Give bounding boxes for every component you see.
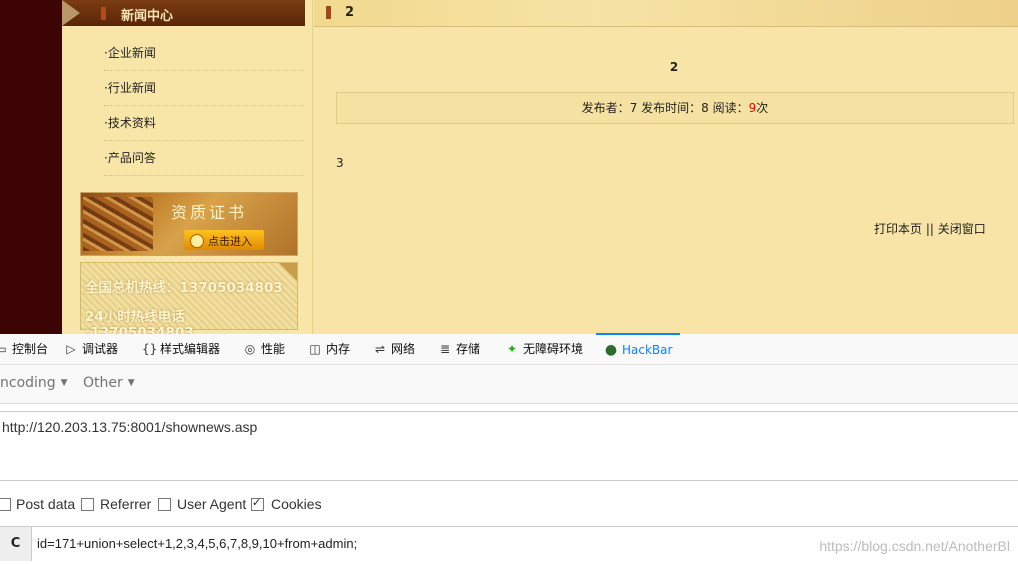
tab-debugger[interactable]: ▷ 调试器 [64,334,118,364]
certificate-banner[interactable]: 资质证书 点击进入 [80,192,298,256]
read-unit: 次 [756,101,769,115]
post-data-checkbox[interactable] [0,498,11,511]
website-viewport: 新闻中心 ·企业新闻 ·行业新闻 ·技术资料 ·产品问答 资质证书 点击进入 全… [0,0,1018,334]
article-title: 2 [669,60,679,74]
hotline-line-2: 24小时热线电话 :13705034803 [85,309,194,334]
tab-console[interactable]: ▭ 控制台 [0,334,48,364]
main-title-bar: 2 [314,0,1018,27]
publisher-label: 发布者： [581,101,630,115]
user-agent-label: User Agent [177,496,247,512]
console-icon: ▭ [0,342,7,356]
hackbar-toolbar: ncoding ▼ Other ▼ [0,365,1018,404]
post-data-label: Post data [16,496,76,512]
wood-decor-image [83,197,153,251]
tab-storage[interactable]: ≣ 存储 [438,334,480,364]
read-label: 阅读： [712,101,749,115]
article-meta: 发布者：7 发布时间：8 阅读：9次 [336,92,1014,124]
tab-accessibility[interactable]: ✦ 无障碍环境 [505,334,583,364]
tab-label: 样式编辑器 [160,342,221,356]
tab-label: HackBar [622,343,673,357]
tab-label: 网络 [391,342,416,356]
storage-icon: ≣ [439,342,451,356]
url-textarea[interactable]: http://120.203.13.75:8001/shownews.asp [0,411,1018,481]
devtools-panel: ▭ 控制台 ▷ 调试器 {} 样式编辑器 ◎ 性能 ◫ 内存 ⇌ 网络 ≣ 存储 ✦ 无障碍环境… [0,333,1018,564]
accessibility-icon: ✦ [506,342,518,356]
encoding-menu[interactable]: ncoding ▼ [0,375,68,391]
chevron-down-icon: ▼ [60,378,68,388]
left-decor-strip [0,0,62,334]
title-bullet-icon [326,6,331,19]
bullet-bar-icon [101,7,106,20]
tab-label: 性能 [261,342,286,356]
debugger-icon: ▷ [66,342,76,356]
url-value: http://120.203.13.75:8001/shownews.asp [2,419,258,435]
referrer-checkbox[interactable] [81,498,94,511]
sidebar-item-tech-docs[interactable]: ·技术资料 [104,106,304,141]
link-separator: || [925,222,934,236]
hotline-banner: 全国总机热线：13705034803 24小时热线电话 :13705034803 [80,262,298,334]
enter-button-label: 点击进入 [208,235,252,248]
publisher-value: 7 [629,101,638,115]
other-menu-label: Other [83,375,123,391]
chevron-down-icon: ▼ [127,378,135,388]
print-page-link[interactable]: 打印本页 [874,222,922,236]
referrer-label: Referrer [100,496,152,512]
sidebar-item-product-qa[interactable]: ·产品问答 [104,141,304,176]
certificate-title: 资质证书 [171,203,248,222]
tab-style-editor[interactable]: {} 样式编辑器 [142,334,220,364]
hackbar-icon: ● [604,342,618,358]
print-links: 打印本页 || 关闭窗口 [874,220,986,237]
close-window-link[interactable]: 关闭窗口 [938,222,986,236]
network-icon: ⇌ [374,342,386,356]
arrow-icon [62,0,80,26]
tab-label: 内存 [326,342,351,356]
cookie-input[interactable]: id=171+union+select+1,2,3,4,5,6,7,8,9,10… [37,536,357,551]
time-value: 8 [701,101,709,115]
main-bar-title: 2 [345,5,355,20]
devtools-tabbar: ▭ 控制台 ▷ 调试器 {} 样式编辑器 ◎ 性能 ◫ 内存 ⇌ 网络 ≣ 存储 ✦ 无障碍环境… [0,333,1018,365]
style-editor-icon: {} [142,342,158,356]
tab-hackbar[interactable]: ● HackBar [596,333,681,365]
memory-icon: ◫ [309,342,321,356]
user-agent-checkbox[interactable] [158,498,171,511]
tab-label: 控制台 [12,342,49,356]
watermark: https://blog.csdn.net/AnotherBl [819,538,1010,554]
sidebar: 新闻中心 ·企业新闻 ·行业新闻 ·技术资料 ·产品问答 资质证书 点击进入 全… [62,0,313,334]
sidebar-item-company-news[interactable]: ·企业新闻 [104,36,304,71]
encoding-menu-label: ncoding [0,375,56,391]
tab-label: 存储 [456,342,481,356]
performance-icon: ◎ [244,342,256,356]
sidebar-header-title: 新闻中心 [121,9,174,24]
time-label: 发布时间： [641,101,702,115]
tab-memory[interactable]: ◫ 内存 [308,334,350,364]
cookies-label: Cookies [271,496,322,512]
sidebar-item-industry-news[interactable]: ·行业新闻 [104,71,304,106]
enter-button[interactable]: 点击进入 [184,230,264,250]
hotline-line-1: 全国总机热线：13705034803 [85,280,283,296]
cookie-clear-button[interactable]: C [0,527,32,561]
tab-network[interactable]: ⇌ 网络 [373,334,415,364]
article-content: 3 [336,156,344,170]
tab-label: 调试器 [82,342,119,356]
tab-label: 无障碍环境 [523,342,584,356]
sidebar-header: 新闻中心 [62,0,305,26]
enter-dot-icon [190,234,204,248]
cookies-checkbox[interactable] [251,496,264,511]
tab-performance[interactable]: ◎ 性能 [243,334,285,364]
other-menu[interactable]: Other ▼ [83,375,135,391]
